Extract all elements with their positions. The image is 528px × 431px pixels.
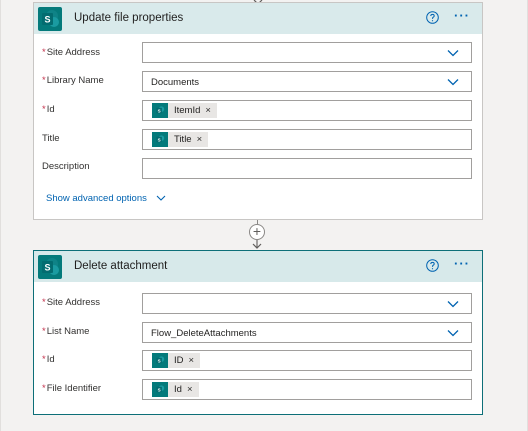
- dynamic-content-token[interactable]: S ItemId ×: [152, 103, 217, 118]
- sharepoint-logo-icon: S: [38, 7, 62, 31]
- sharepoint-token-icon: S: [152, 103, 168, 118]
- site-address-label: *Site Address: [42, 47, 101, 58]
- action-card-delete-attachment[interactable]: S Delete attachment ··· *Site Address *L…: [33, 250, 483, 415]
- chevron-down-icon: [447, 301, 459, 308]
- card-title: Delete attachment: [74, 260, 168, 272]
- id-input[interactable]: S ItemId ×: [142, 100, 472, 121]
- connector-arrow-icon: [252, 240, 262, 249]
- token-label: ItemId: [174, 105, 201, 116]
- token-label: Id: [174, 384, 182, 395]
- help-circle-icon[interactable]: [426, 259, 439, 272]
- show-advanced-options-link[interactable]: Show advanced options: [46, 193, 166, 204]
- card-header[interactable]: S Delete attachment ···: [34, 251, 482, 282]
- id-input[interactable]: S ID ×: [142, 350, 472, 371]
- action-card-update-file-properties[interactable]: S Update file properties ··· *Site Addre…: [33, 2, 483, 220]
- site-address-label: *Site Address: [42, 297, 101, 308]
- chevron-down-icon: [447, 330, 459, 337]
- svg-text:S: S: [44, 15, 50, 25]
- chevron-down-icon: [447, 50, 459, 57]
- id-label: *Id: [42, 104, 55, 115]
- remove-token-icon[interactable]: ×: [205, 105, 211, 116]
- svg-text:S: S: [157, 387, 160, 392]
- list-name-label: *List Name: [42, 326, 90, 337]
- remove-token-icon[interactable]: ×: [197, 134, 203, 145]
- site-address-dropdown[interactable]: [142, 42, 472, 63]
- list-name-value: Flow_DeleteAttachments: [151, 328, 257, 339]
- more-horizontal-icon[interactable]: ···: [454, 9, 472, 23]
- svg-text:S: S: [44, 263, 50, 273]
- dynamic-content-token[interactable]: S ID ×: [152, 353, 201, 368]
- flow-designer-canvas: S Update file properties ··· *Site Addre…: [0, 0, 528, 431]
- library-name-value: Documents: [151, 77, 200, 88]
- add-step-icon[interactable]: +: [249, 224, 265, 240]
- site-address-dropdown[interactable]: [142, 293, 472, 314]
- svg-text:S: S: [157, 108, 160, 113]
- remove-token-icon[interactable]: ×: [189, 355, 195, 366]
- file-identifier-input[interactable]: S Id ×: [142, 379, 472, 400]
- title-input[interactable]: S Title ×: [142, 129, 472, 150]
- card-header[interactable]: S Update file properties ···: [34, 3, 482, 34]
- dynamic-content-token[interactable]: S Title ×: [152, 132, 209, 147]
- title-label: Title: [42, 133, 60, 144]
- sharepoint-logo-icon: S: [38, 255, 62, 279]
- dynamic-content-token[interactable]: S Id ×: [152, 382, 199, 397]
- canvas-left-edge: [0, 0, 1, 431]
- svg-text:S: S: [157, 358, 160, 363]
- more-horizontal-icon[interactable]: ···: [454, 257, 472, 271]
- id-label: *Id: [42, 354, 55, 365]
- description-input[interactable]: [142, 158, 472, 179]
- svg-text:S: S: [157, 137, 160, 142]
- list-name-dropdown[interactable]: Flow_DeleteAttachments: [142, 322, 472, 343]
- library-name-label: *Library Name: [42, 75, 104, 86]
- chevron-down-icon: [447, 79, 459, 86]
- library-name-dropdown[interactable]: Documents: [142, 71, 472, 92]
- sharepoint-token-icon: S: [152, 382, 168, 397]
- sharepoint-token-icon: S: [152, 353, 168, 368]
- token-label: Title: [174, 134, 192, 145]
- help-circle-icon[interactable]: [426, 11, 439, 24]
- file-identifier-label: *File Identifier: [42, 383, 102, 394]
- sharepoint-token-icon: S: [152, 132, 168, 147]
- description-label: Description: [42, 161, 90, 172]
- card-title: Update file properties: [74, 12, 184, 24]
- chevron-down-icon: [156, 196, 165, 202]
- token-label: ID: [174, 355, 184, 366]
- remove-token-icon[interactable]: ×: [187, 384, 193, 395]
